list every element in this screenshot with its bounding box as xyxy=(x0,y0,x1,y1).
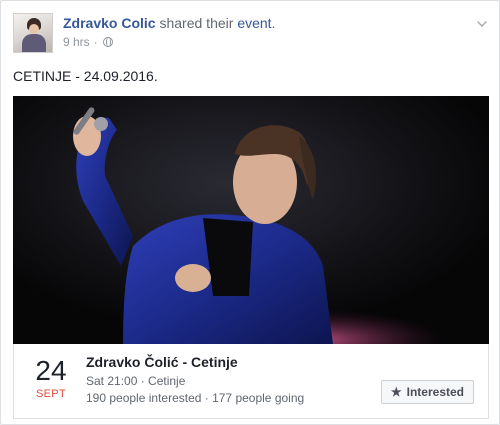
author-name[interactable]: Zdravko Colic xyxy=(63,15,156,31)
interested-button[interactable]: ★ Interested xyxy=(380,380,474,404)
event-info: Zdravko Čolić - Cetinje Sat 21:00 · Ceti… xyxy=(86,354,304,405)
timestamp[interactable]: 9 hrs xyxy=(63,35,90,49)
post-meta: Zdravko Colic shared their event. 9 hrs … xyxy=(63,15,276,49)
chevron-down-icon[interactable] xyxy=(477,17,487,27)
event-month: SEPT xyxy=(36,388,66,400)
post-header: Zdravko Colic shared their event. 9 hrs … xyxy=(13,13,489,57)
globe-icon xyxy=(102,37,113,47)
event-day: 24 xyxy=(35,355,67,386)
event-details-card[interactable]: 24 SEPT Zdravko Čolić - Cetinje Sat 21:0… xyxy=(13,344,489,419)
star-icon: ★ xyxy=(390,385,402,399)
event-stats: 190 people interested · 177 people going xyxy=(86,391,305,405)
post-card: Zdravko Colic shared their event. 9 hrs … xyxy=(0,0,500,425)
meta-separator: · xyxy=(93,35,98,49)
interested-label: Interested xyxy=(406,385,464,399)
post-text: CETINJE - 24.09.2016. xyxy=(13,68,158,84)
event-time-location: Sat 21:00 · Cetinje xyxy=(86,374,186,388)
event-title[interactable]: Zdravko Čolić - Cetinje xyxy=(86,354,304,370)
event-date: 24 SEPT xyxy=(26,355,76,401)
action-text: shared their xyxy=(159,15,234,31)
avatar[interactable] xyxy=(13,13,53,53)
event-link[interactable]: event xyxy=(237,15,271,31)
event-cover-image[interactable] xyxy=(13,96,489,344)
